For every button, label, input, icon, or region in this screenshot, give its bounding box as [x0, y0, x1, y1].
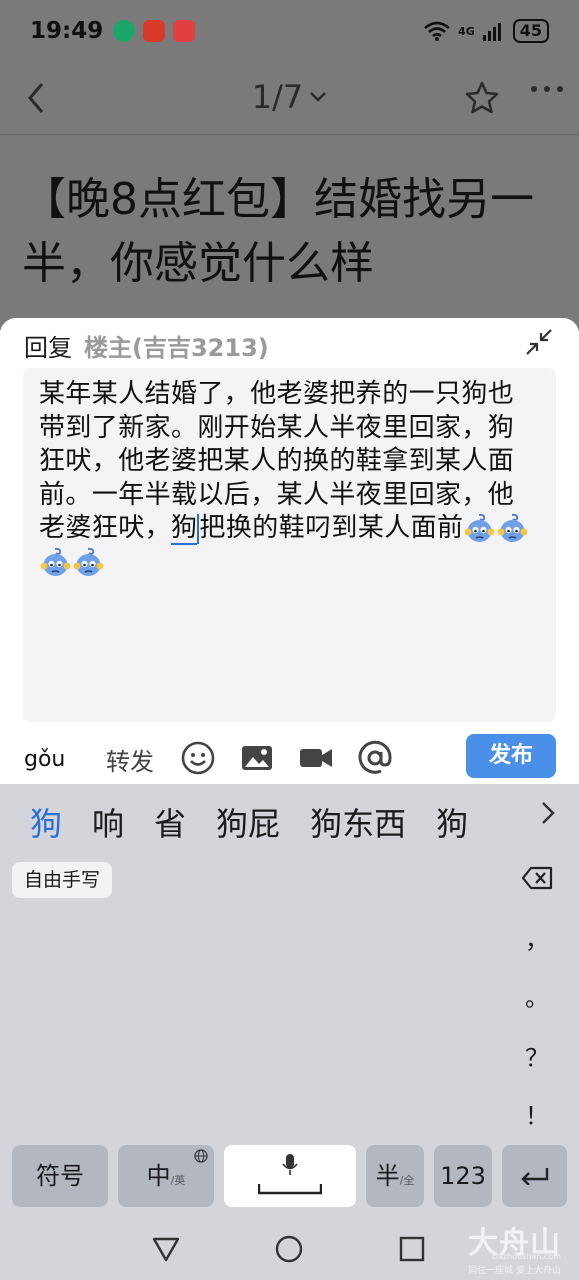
lang-switch-key[interactable]: 中/英	[118, 1145, 214, 1207]
chevron-right-icon[interactable]	[535, 800, 561, 826]
site-watermark: 大舟山 Dazhoushan.com 同住一座城 爱上大舟山	[415, 1214, 565, 1276]
star-icon[interactable]	[462, 78, 502, 118]
function-key-row: 符号 中/英 半/全 123	[0, 1145, 579, 1207]
reply-target: 楼主(吉吉3213)	[84, 334, 269, 362]
numbers-key[interactable]: 123	[434, 1145, 492, 1207]
half-full-key[interactable]: 半/全	[366, 1145, 424, 1207]
watermark-domain: Dazhoushan.com	[491, 1252, 561, 1261]
reply-toolbar: 同时转发 gǒu 发布	[0, 734, 579, 784]
battery-indicator: 45	[512, 19, 549, 43]
image-icon[interactable]	[239, 740, 275, 776]
lang-key-label: 中	[146, 1162, 171, 1190]
space-bar-icon	[258, 1184, 322, 1195]
reply-input[interactable]: 某年某人结婚了，他老婆把养的一只狗也带到了新家。刚开始某人半夜里回家，狗狂吠，他…	[23, 368, 556, 722]
punct-question[interactable]: ？	[525, 1038, 549, 1073]
network-type-label: 4G	[458, 24, 475, 38]
top-nav-bar: 1/7	[0, 62, 579, 132]
half-key-label: 半	[375, 1162, 400, 1190]
page-indicator: 1/7	[251, 78, 304, 116]
sticker-emoji-icon	[497, 513, 528, 542]
publish-button[interactable]: 发布	[466, 734, 556, 778]
reply-header: 回复 楼主(吉吉3213)	[24, 328, 269, 363]
globe-icon	[194, 1149, 208, 1163]
microphone-icon	[282, 1154, 298, 1175]
enter-key[interactable]	[502, 1145, 567, 1207]
composing-char: 狗	[171, 513, 198, 545]
back-triangle-icon[interactable]	[151, 1234, 181, 1264]
emoji-icon[interactable]	[180, 740, 216, 776]
space-key[interactable]	[224, 1145, 356, 1207]
backspace-icon[interactable]	[521, 866, 553, 890]
chevron-down-icon	[310, 92, 327, 102]
lang-key-sub: /英	[170, 1174, 186, 1187]
sticker-emoji-icon	[73, 547, 104, 576]
reply-text-after: 把换的鞋叼到某人面前	[199, 513, 464, 543]
reply-label: 回复	[24, 334, 72, 362]
wifi-icon	[424, 21, 450, 41]
pinyin-composition: gǒu	[0, 738, 104, 782]
background-page: 19:49 4G 45 1/7 【晚8点红包】结婚找另一半，你感觉什么样	[0, 0, 579, 330]
music-app-icon	[143, 20, 166, 42]
candidate-item[interactable]: 省	[154, 799, 186, 845]
home-circle-icon[interactable]	[274, 1234, 304, 1264]
collapse-icon[interactable]	[525, 328, 553, 356]
video-icon[interactable]	[298, 740, 334, 776]
sticker-emoji-icon	[464, 513, 495, 542]
status-indicators: 4G 45	[424, 19, 549, 43]
notification-icons	[113, 20, 196, 42]
candidate-fade	[489, 784, 529, 844]
more-options-icon[interactable]	[531, 86, 563, 92]
status-time: 19:49	[30, 18, 104, 44]
punct-comma[interactable]: ，	[525, 920, 549, 955]
mention-icon[interactable]	[357, 740, 393, 776]
forward-label-text: 转发	[106, 748, 154, 776]
enter-icon	[521, 1168, 549, 1185]
candidate-item[interactable]: 狗	[30, 799, 62, 845]
candidate-item[interactable]: 响	[92, 799, 124, 845]
system-nav-bar: 大舟山 Dazhoushan.com 同住一座城 爱上大舟山	[0, 1214, 579, 1280]
candidate-item[interactable]: 狗	[436, 799, 468, 845]
watermark-slogan: 同住一座城 爱上大舟山	[468, 1266, 561, 1276]
candidate-item[interactable]: 狗东西	[310, 799, 406, 845]
signal-icon	[482, 23, 501, 41]
ime-keyboard: 狗响省狗屁 狗东西狗 自由手写 ， 。 ？ ！ 符号 中/英 半/全 123 大…	[0, 784, 579, 1280]
symbols-key[interactable]: 符号	[12, 1145, 108, 1207]
divider	[0, 134, 579, 135]
free-handwriting-chip[interactable]: 自由手写	[12, 862, 113, 898]
handwriting-area[interactable]: 自由手写 ， 。 ？ ！	[0, 858, 579, 1138]
back-arrow-icon[interactable]	[18, 78, 58, 118]
sticker-emoji-icon	[40, 547, 71, 576]
punct-period[interactable]: 。	[525, 978, 549, 1013]
page-selector[interactable]: 1/7	[252, 78, 328, 116]
half-key-sub: /全	[399, 1174, 415, 1187]
video-app-icon	[173, 20, 196, 42]
post-title: 【晚8点红包】结婚找另一半，你感觉什么样	[22, 174, 534, 289]
browser-app-icon	[113, 20, 136, 42]
punct-exclaim[interactable]: ！	[525, 1096, 549, 1131]
status-bar: 19:49 4G 45	[0, 0, 579, 62]
reply-sheet: 回复 楼主(吉吉3213) 某年某人结婚了，他老婆把养的一只狗也带到了新家。刚开…	[0, 318, 579, 784]
reply-text: 某年某人结婚了，他老婆把养的一只狗也带到了新家。刚开始某人半夜里回家，狗狂吠，他…	[39, 378, 540, 579]
candidate-item[interactable]: 狗屁	[216, 799, 280, 845]
